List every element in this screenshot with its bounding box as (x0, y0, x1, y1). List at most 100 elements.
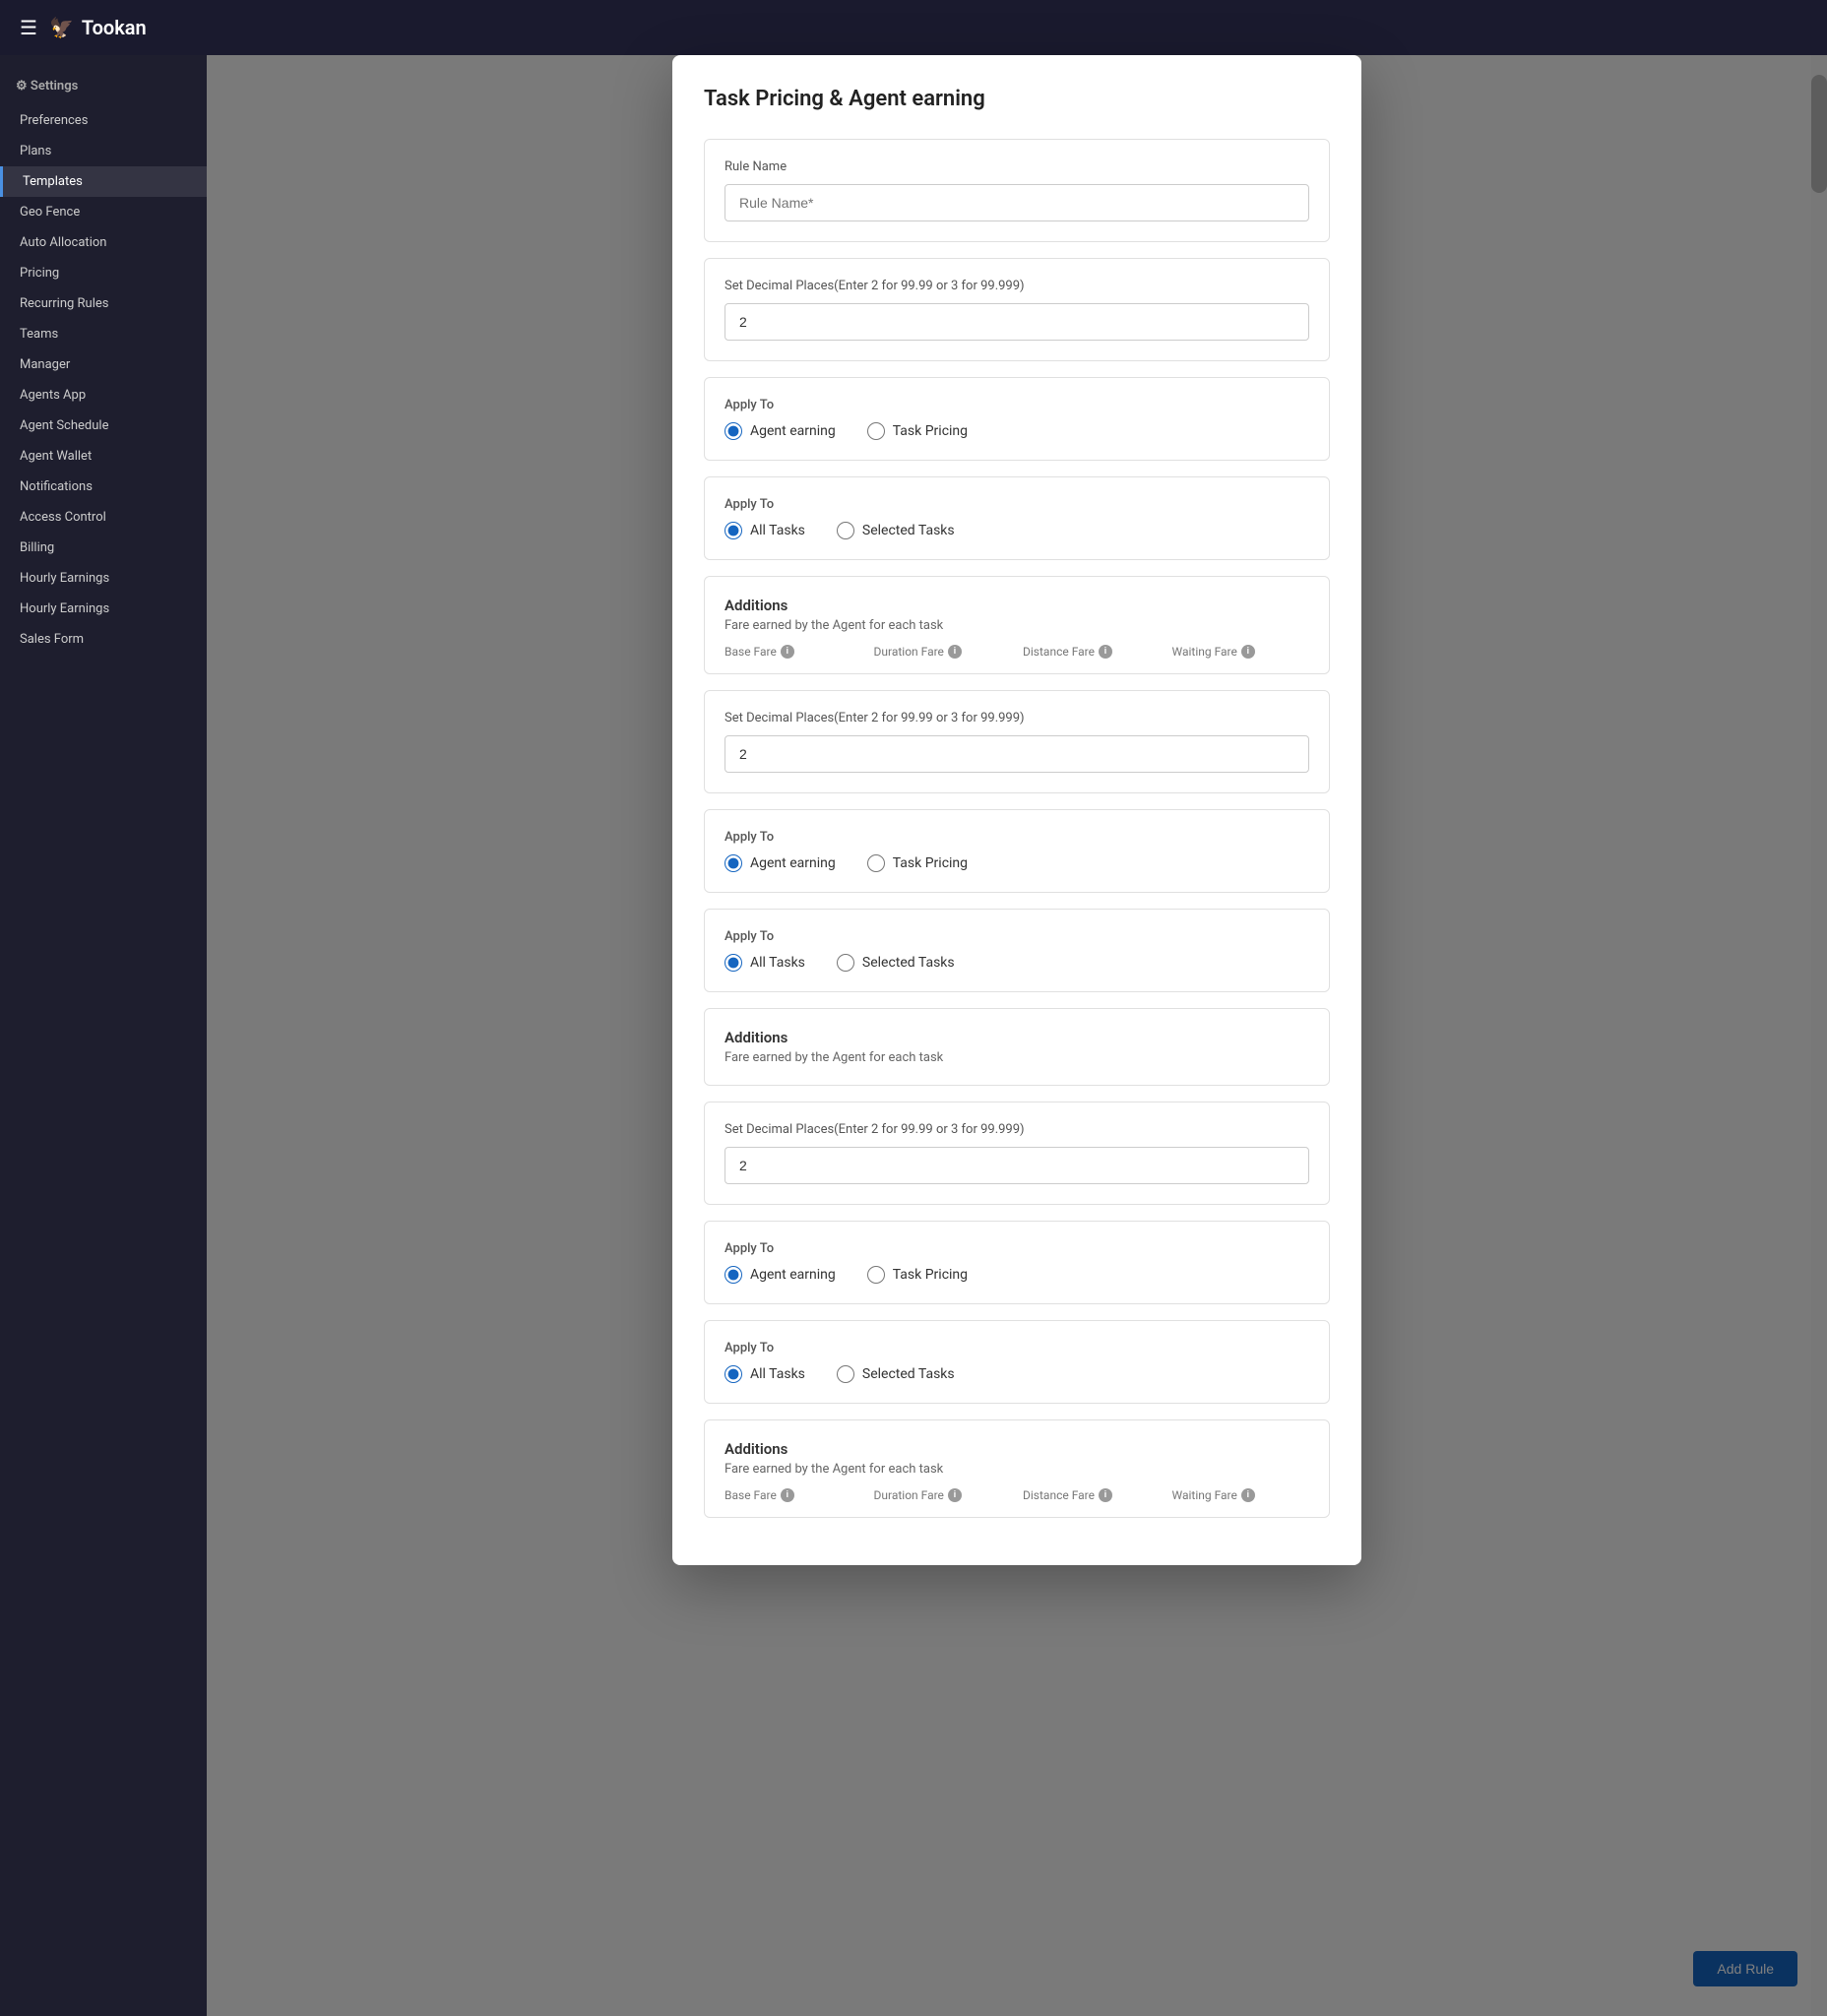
sidebar-item-hourlyearnings2[interactable]: Hourly Earnings (0, 594, 207, 624)
app-logo: 🦅 Tookan (49, 16, 147, 39)
sidebar-item-manager[interactable]: Manager (0, 349, 207, 380)
sidebar-item-salesform[interactable]: Sales Form (0, 624, 207, 655)
base-fare-info-icon-1[interactable]: i (781, 645, 794, 659)
fare-label-text-distance-3: Distance Fare (1023, 1488, 1095, 1502)
fare-col-distance-1: Distance Fare i (1023, 645, 1161, 659)
radio-agent-earning-3[interactable]: Agent earning (724, 1266, 836, 1284)
logo-icon: 🦅 (49, 16, 74, 39)
sidebar-item-label: Access Control (20, 510, 106, 525)
decimal-input-1[interactable] (724, 303, 1309, 341)
sidebar-item-agentsapp[interactable]: Agents App (0, 380, 207, 410)
radio-selected-tasks-2[interactable]: Selected Tasks (837, 954, 955, 972)
waiting-fare-info-icon-3[interactable]: i (1241, 1488, 1255, 1502)
waiting-fare-info-icon-1[interactable]: i (1241, 645, 1255, 659)
rule-name-input[interactable] (724, 184, 1309, 221)
decimal-input-2[interactable] (724, 735, 1309, 773)
duration-fare-info-icon-1[interactable]: i (948, 645, 962, 659)
radio-input-task-pricing-1[interactable] (867, 422, 885, 440)
radio-all-tasks-1[interactable]: All Tasks (724, 522, 805, 539)
apply-to-tasks-radios-2: All Tasks Selected Tasks (724, 954, 1309, 972)
sidebar-item-autoallocation[interactable]: Auto Allocation (0, 227, 207, 258)
additions-section-2: Additions Fare earned by the Agent for e… (704, 1008, 1330, 1086)
radio-label-all-tasks-1: All Tasks (750, 523, 805, 538)
radio-input-selected-tasks-3[interactable] (837, 1365, 854, 1383)
apply-to-tasks-radios-3: All Tasks Selected Tasks (724, 1365, 1309, 1383)
apply-to-type-section-3: Apply To Agent earning Task Pricing (704, 1221, 1330, 1304)
sidebar-item-label: Templates (23, 174, 83, 189)
sidebar-item-preferences[interactable]: Preferences (0, 105, 207, 136)
fare-row-3: Base Fare i Duration Fare i (724, 1488, 1309, 1502)
decimal-input-3[interactable] (724, 1147, 1309, 1184)
sidebar-item-label: Hourly Earnings (20, 601, 109, 616)
radio-task-pricing-1[interactable]: Task Pricing (867, 422, 968, 440)
sidebar-item-geofence[interactable]: Geo Fence (0, 197, 207, 227)
radio-label-agent-earning-1: Agent earning (750, 423, 836, 439)
radio-input-task-pricing-3[interactable] (867, 1266, 885, 1284)
sidebar-item-label: Recurring Rules (20, 296, 109, 311)
sidebar-item-notifications[interactable]: Notifications (0, 472, 207, 502)
fare-label-waiting-1: Waiting Fare i (1172, 645, 1310, 659)
radio-task-pricing-3[interactable]: Task Pricing (867, 1266, 968, 1284)
modal-dialog: Task Pricing & Agent earning Rule Name S… (672, 55, 1361, 1565)
sidebar-item-recurringrules[interactable]: Recurring Rules (0, 288, 207, 319)
distance-fare-info-icon-3[interactable]: i (1099, 1488, 1112, 1502)
sidebar-item-label: Notifications (20, 479, 93, 494)
sidebar-item-agentwallet[interactable]: Agent Wallet (0, 441, 207, 472)
sidebar-item-label: Hourly Earnings (20, 571, 109, 586)
radio-input-selected-tasks-2[interactable] (837, 954, 854, 972)
fare-label-text-waiting-1: Waiting Fare (1172, 645, 1237, 659)
duration-fare-info-icon-3[interactable]: i (948, 1488, 962, 1502)
apply-to-type-label-1: Apply To (724, 398, 1309, 412)
base-fare-info-icon-3[interactable]: i (781, 1488, 794, 1502)
apply-to-tasks-section-3: Apply To All Tasks Selected Tasks (704, 1320, 1330, 1404)
radio-input-all-tasks-2[interactable] (724, 954, 742, 972)
radio-agent-earning-2[interactable]: Agent earning (724, 854, 836, 872)
sidebar-item-label: Agent Schedule (20, 418, 108, 433)
sidebar-item-label: Pricing (20, 266, 59, 281)
radio-input-all-tasks-1[interactable] (724, 522, 742, 539)
radio-input-agent-earning-2[interactable] (724, 854, 742, 872)
radio-label-all-tasks-2: All Tasks (750, 955, 805, 971)
fare-col-distance-3: Distance Fare i (1023, 1488, 1161, 1502)
sidebar-section-settings: ⚙ Settings (0, 71, 207, 101)
sidebar-item-hourlyearnings1[interactable]: Hourly Earnings (0, 563, 207, 594)
fare-label-duration-1: Duration Fare i (874, 645, 1012, 659)
sidebar-item-templates[interactable]: Templates (0, 166, 207, 197)
app-content: ⚙ Settings Preferences Plans Templates G… (0, 55, 1827, 2016)
radio-input-all-tasks-3[interactable] (724, 1365, 742, 1383)
decimal-section-3: Set Decimal Places(Enter 2 for 99.99 or … (704, 1102, 1330, 1205)
radio-selected-tasks-1[interactable]: Selected Tasks (837, 522, 955, 539)
radio-task-pricing-2[interactable]: Task Pricing (867, 854, 968, 872)
apply-to-tasks-label-3: Apply To (724, 1341, 1309, 1355)
sidebar-item-accesscontrol[interactable]: Access Control (0, 502, 207, 533)
app-header: ☰ 🦅 Tookan (0, 0, 1827, 55)
sidebar-item-plans[interactable]: Plans (0, 136, 207, 166)
apply-to-type-label-2: Apply To (724, 830, 1309, 845)
fare-label-distance-1: Distance Fare i (1023, 645, 1161, 659)
apply-to-tasks-section-2: Apply To All Tasks Selected Tasks (704, 909, 1330, 992)
radio-agent-earning-1[interactable]: Agent earning (724, 422, 836, 440)
hamburger-icon[interactable]: ☰ (20, 16, 37, 39)
radio-label-selected-tasks-3: Selected Tasks (862, 1366, 955, 1382)
radio-selected-tasks-3[interactable]: Selected Tasks (837, 1365, 955, 1383)
logo-text: Tookan (82, 16, 147, 39)
fare-label-waiting-3: Waiting Fare i (1172, 1488, 1310, 1502)
radio-input-selected-tasks-1[interactable] (837, 522, 854, 539)
sidebar-item-teams[interactable]: Teams (0, 319, 207, 349)
additions-title-1: Additions (724, 597, 1309, 614)
decimal-label-1: Set Decimal Places(Enter 2 for 99.99 or … (724, 279, 1309, 293)
sidebar-item-label: Agents App (20, 388, 86, 403)
radio-input-task-pricing-2[interactable] (867, 854, 885, 872)
sidebar-item-pricing[interactable]: Pricing (0, 258, 207, 288)
radio-input-agent-earning-1[interactable] (724, 422, 742, 440)
fare-label-text-base-3: Base Fare (724, 1488, 777, 1502)
sidebar-item-billing[interactable]: Billing (0, 533, 207, 563)
radio-all-tasks-2[interactable]: All Tasks (724, 954, 805, 972)
radio-input-agent-earning-3[interactable] (724, 1266, 742, 1284)
sidebar-item-agentschedule[interactable]: Agent Schedule (0, 410, 207, 441)
radio-all-tasks-3[interactable]: All Tasks (724, 1365, 805, 1383)
additions-subtitle-3: Fare earned by the Agent for each task (724, 1462, 1309, 1477)
fare-label-distance-3: Distance Fare i (1023, 1488, 1161, 1502)
distance-fare-info-icon-1[interactable]: i (1099, 645, 1112, 659)
apply-to-type-radios-3: Agent earning Task Pricing (724, 1266, 1309, 1284)
